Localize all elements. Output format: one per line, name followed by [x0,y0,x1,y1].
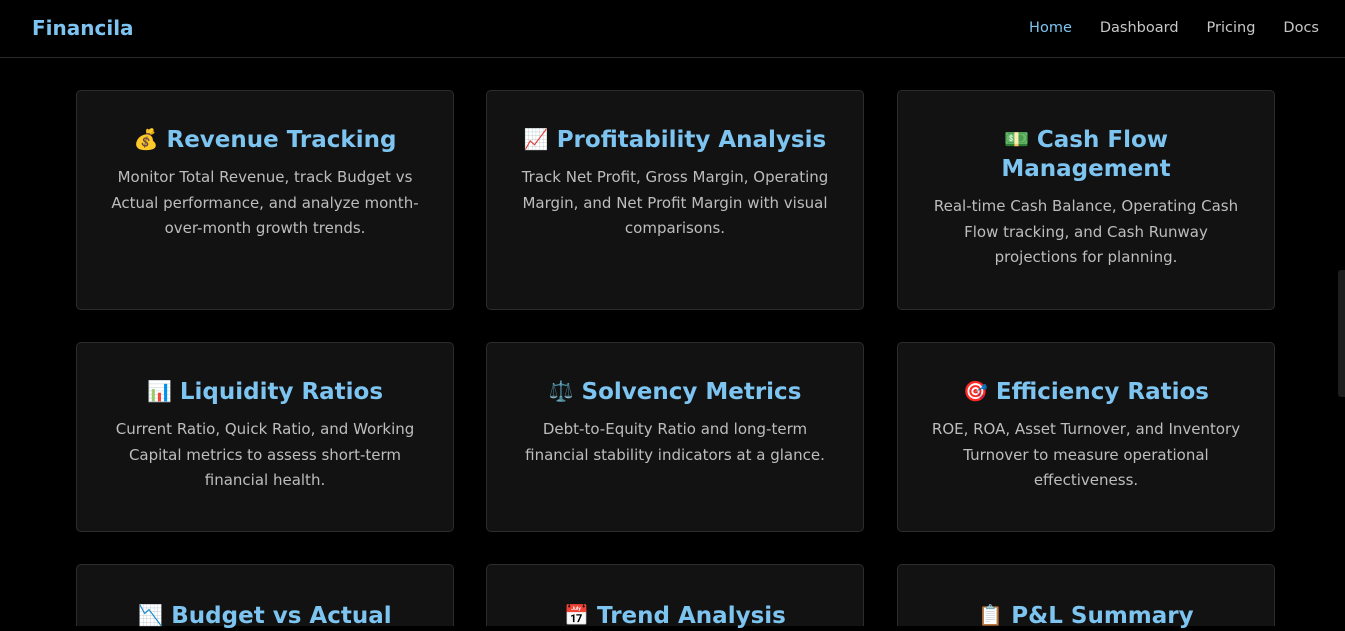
feature-card-efficiency-ratios: 🎯 Efficiency Ratios ROE, ROA, Asset Turno… [897,342,1275,532]
nav-pricing[interactable]: Pricing [1207,20,1256,36]
brand-logo[interactable]: Financila [32,16,134,40]
balance-scale-icon: ⚖️ [548,379,574,403]
card-title-text: Revenue Tracking [166,127,397,153]
card-title: 💵 Cash Flow Management [924,125,1248,184]
feature-card-liquidity-ratios: 📊 Liquidity Ratios Current Ratio, Quick R… [76,342,454,532]
feature-card-profitability-analysis: 📈 Profitability Analysis Track Net Profit… [486,90,864,310]
card-description: Monitor Total Revenue, track Budget vs A… [111,168,419,237]
card-description: ROE, ROA, Asset Turnover, and Inventory … [931,420,1241,489]
card-description: Track Net Profit, Gross Margin, Operatin… [521,168,829,237]
nav-dashboard[interactable]: Dashboard [1100,20,1179,36]
card-title: 💰 Revenue Tracking [103,125,427,155]
target-icon: 🎯 [963,379,988,403]
card-title-text: Budget vs Actual [171,603,392,629]
card-title: 📈 Profitability Analysis [513,125,837,155]
card-title-text: Efficiency Ratios [995,379,1209,405]
card-title: 📊 Liquidity Ratios [103,377,427,407]
card-title: 📉 Budget vs Actual [103,601,427,631]
nav-docs[interactable]: Docs [1283,20,1319,36]
side-scroll-handle[interactable] [1338,270,1345,397]
money-bag-icon: 💰 [133,127,159,151]
card-title-text: Solvency Metrics [581,379,802,405]
feature-card-solvency-metrics: ⚖️ Solvency Metrics Debt-to-Equity Ratio … [486,342,864,532]
feature-card-trend-analysis: 📅 Trend Analysis [486,564,864,629]
card-title-text: P&L Summary [1011,603,1194,629]
card-title-text: Profitability Analysis [556,127,827,153]
feature-card-cash-flow-management: 💵 Cash Flow Management Real-time Cash Bal… [897,90,1275,310]
feature-card-budget-vs-actual: 📉 Budget vs Actual [76,564,454,629]
bar-chart-icon: 📊 [146,379,172,403]
card-description: Debt-to-Equity Ratio and long-term finan… [525,420,825,464]
nav-links: Home Dashboard Pricing Docs [1029,20,1319,36]
feature-card-revenue-tracking: 💰 Revenue Tracking Monitor Total Revenue,… [76,90,454,310]
card-title: 📋 P&L Summary [924,601,1248,631]
navbar: Financila Home Dashboard Pricing Docs [0,0,1345,58]
card-description: Real-time Cash Balance, Operating Cash F… [933,197,1239,266]
dollar-banknote-icon: 💵 [1003,127,1029,151]
card-description: Current Ratio, Quick Ratio, and Working … [115,420,415,489]
card-title: 🎯 Efficiency Ratios [924,377,1248,407]
card-title: 📅 Trend Analysis [513,601,837,631]
feature-card-pl-summary: 📋 P&L Summary [897,564,1275,629]
chart-increasing-icon: 📈 [523,127,549,151]
nav-home[interactable]: Home [1029,20,1072,36]
card-title-text: Trend Analysis [597,603,786,629]
card-title-text: Liquidity Ratios [179,379,384,405]
card-title: ⚖️ Solvency Metrics [513,377,837,407]
